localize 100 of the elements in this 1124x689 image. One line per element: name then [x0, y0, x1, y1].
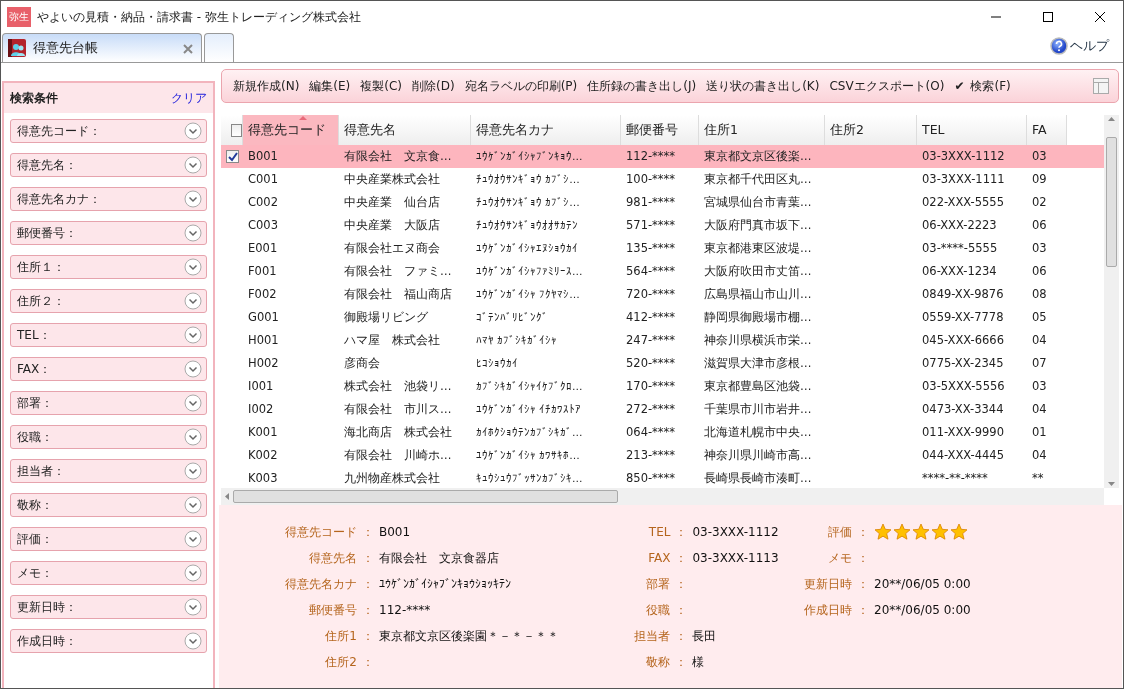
- scroll-thumb[interactable]: [1106, 136, 1117, 267]
- field-label: 得意先名: [308, 550, 357, 567]
- table-cell-text: 06: [1031, 216, 1048, 234]
- search-criterion-field[interactable]: 敬称：: [10, 493, 207, 517]
- table-row[interactable]: I001 株式会社 池袋リ… ｶﾌﾞｼｷｶﾞｲｼｬｲｹﾌﾞｸﾛ… 170-**** 東京都豊島区池袋… 03-5XXX-5556 03: [221, 375, 1104, 398]
- search-criterion-field[interactable]: 作成日時：: [10, 629, 207, 653]
- table-cell-text: 272-****: [625, 400, 677, 418]
- window-title: やよいの見積・納品・請求書 - 弥生トレーディング株式会社: [37, 9, 362, 26]
- table-row[interactable]: H001 ハマ屋 株式会社 ﾊﾏﾔ ｶﾌﾞｼｷｶﾞｲｼｬ 247-**** 神奈川県横浜市栄… 045-XXX-6666 04: [221, 329, 1104, 352]
- table-row[interactable]: E001 有限会社エヌ商会 ﾕｳｹﾞﾝｶﾞｲｼｬｴﾇｼｮｳｶｲ 135-**** 東京都港東区波堤… 03-****-5555 03: [221, 237, 1104, 260]
- table-cell-text: ﾕｳｹﾞﾝｶﾞｲｼｬ ｲﾁｶﾜｽﾄｱ: [475, 401, 583, 417]
- table-row[interactable]: C003 中央産業 大阪店 ﾁｭｳｵｳｻﾝｷﾞｮｳｵｵｻｶﾃﾝ 571-**** 大阪府門真市坂下… 06-XXX-2223 06: [221, 214, 1104, 237]
- search-criterion-field[interactable]: 担当者：: [10, 459, 207, 483]
- table-cell-text: C003: [247, 216, 279, 234]
- scroll-left-icon: [225, 493, 229, 500]
- field-value: 03-3XXX-1112: [692, 524, 780, 541]
- toolbar-button[interactable]: 宛名ラベルの印刷(P): [459, 77, 583, 95]
- table-cell-text: 株式会社 池袋リ…: [343, 377, 453, 395]
- search-criterion-field[interactable]: 郵便番号：: [10, 221, 207, 245]
- clear-link[interactable]: クリア: [171, 89, 207, 107]
- table-cell-text: 045-XXX-6666: [921, 331, 1005, 349]
- table-cell-text: 有限会社 ファミ…: [343, 262, 453, 280]
- table-cell-text: ﾕｳｹﾞﾝｶﾞｲｼｬﾌｧﾐﾘｰｽ…: [475, 263, 584, 279]
- search-criterion-field[interactable]: 住所１：: [10, 255, 207, 279]
- column-header[interactable]: 郵便番号: [621, 115, 699, 145]
- table-row[interactable]: G001 御殿場リビング ｺﾞﾃﾝﾊﾞﾘﾋﾞﾝｸﾞ 412-**** 静岡県御殿場市棚… 0559-XX-7778 05: [221, 306, 1104, 329]
- table-cell-text: ﾕｳｹﾞﾝｶﾞｲｼｬ ﾌｸﾔﾏｼ…: [475, 286, 581, 302]
- toolbar-button[interactable]: ✔ 検索(F): [949, 77, 1016, 95]
- table-row[interactable]: K002 有限会社 川崎ホ… ﾕｳｹﾞﾝｶﾞｲｼｬ ｶﾜｻｷﾎ… 213-**** 神奈川県川崎市高… 044-XXX-4445 04: [221, 444, 1104, 467]
- search-criterion-field[interactable]: 得意先名カナ：: [10, 187, 207, 211]
- toolbar-button[interactable]: CSVエクスポート(O): [824, 77, 950, 95]
- table-cell-text: 08: [1031, 285, 1048, 303]
- colon: ：: [674, 524, 689, 541]
- search-criterion-field[interactable]: 役職：: [10, 425, 207, 449]
- table-cell-text: ****-**-****: [921, 469, 989, 487]
- horizontal-scrollbar[interactable]: [221, 488, 1104, 505]
- table-row[interactable]: F001 有限会社 ファミ… ﾕｳｹﾞﾝｶﾞｲｼｬﾌｧﾐﾘｰｽ… 564-**** 大阪府吹田市丈笛… 06-XXX-1234 06: [221, 260, 1104, 283]
- table-cell-text: 850-****: [625, 469, 677, 487]
- column-header[interactable]: 得意先名カナ: [471, 115, 621, 145]
- toolbar-button[interactable]: 新規作成(N): [228, 77, 305, 95]
- table-row[interactable]: F002 有限会社 福山商店 ﾕｳｹﾞﾝｶﾞｲｼｬ ﾌｸﾔﾏｼ… 720-**** 広島県福山市山川… 0849-XX-9876 08: [221, 283, 1104, 306]
- table-cell-text: H001: [247, 331, 280, 349]
- table-cell-text: E001: [247, 239, 279, 257]
- toolbar-button[interactable]: 削除(D): [407, 77, 460, 95]
- toolbar-button[interactable]: 複製(C): [355, 77, 408, 95]
- search-criterion-field[interactable]: 住所２：: [10, 289, 207, 313]
- search-criterion-field[interactable]: TEL：: [10, 323, 207, 347]
- row-checkbox[interactable]: [226, 150, 239, 163]
- table-row[interactable]: K003 九州物産株式会社 ｷｭｳｼｭｳﾌﾞｯｻﾝｶﾌﾞｼｷ… 850-**** 長崎県長崎市湊町… ****-**-**** **: [221, 467, 1104, 488]
- table-cell-text: 中央産業 仙台店: [343, 193, 441, 211]
- toolbar-button[interactable]: 住所録の書き出し(J): [582, 77, 702, 95]
- scroll-down-icon: [1108, 482, 1115, 486]
- colon: ：: [361, 524, 375, 541]
- table-cell-text: B001: [247, 147, 279, 165]
- table-cell-text: 東京都港東区波堤…: [703, 239, 813, 257]
- column-header[interactable]: FA: [1027, 115, 1067, 145]
- new-tab-button[interactable]: [204, 33, 234, 62]
- table-cell-text: 07: [1031, 354, 1048, 372]
- field-label: 郵便番号: [308, 602, 357, 619]
- table-cell-text: 01: [1031, 423, 1048, 441]
- document-tab[interactable]: 得意先台帳: [2, 33, 202, 62]
- close-icon: [1095, 12, 1105, 22]
- search-criterion-field[interactable]: FAX：: [10, 357, 207, 381]
- search-criterion-field[interactable]: メモ：: [10, 561, 207, 585]
- table-row[interactable]: K001 海北商店 株式会社 ｶｲﾎｸｼｮｳﾃﾝｶﾌﾞｼｷｶﾞ… 064-**** 北海道札幌市中央… 011-XXX-9990 01: [221, 421, 1104, 444]
- search-criterion-field[interactable]: 部署：: [10, 391, 207, 415]
- column-header[interactable]: 得意先コード: [243, 115, 339, 145]
- table-row[interactable]: I002 有限会社 市川ス… ﾕｳｹﾞﾝｶﾞｲｼｬ ｲﾁｶﾜｽﾄｱ 272-**** 千葉県市川市岩井… 0473-XX-3344 04: [221, 398, 1104, 421]
- column-header[interactable]: 住所1: [699, 115, 825, 145]
- chevron-down-icon: [184, 632, 202, 650]
- table-cell-text: 宮城県仙台市青葉…: [703, 193, 813, 211]
- table-cell-text: F002: [247, 285, 278, 303]
- field-value: 東京都文京区後楽園＊－＊－＊＊: [379, 628, 560, 645]
- select-all-checkbox[interactable]: [231, 123, 242, 137]
- toolbar-button[interactable]: 編集(E): [304, 77, 356, 95]
- column-header[interactable]: TEL: [917, 115, 1027, 145]
- field-value: 長田: [692, 628, 718, 645]
- table-cell-text: 564-****: [625, 262, 677, 280]
- table-cell-text: 06-XXX-2223: [921, 216, 998, 234]
- chevron-down-icon: [184, 360, 202, 378]
- table-cell-text: 東京都豊島区池袋…: [703, 377, 813, 395]
- vertical-scrollbar[interactable]: [1104, 115, 1119, 488]
- table-row[interactable]: B001 有限会社 文京食… ﾕｳｹﾞﾝｶﾞｲｼｬﾌﾞﾝｷｮｳ… 112-**** 東京都文京区後楽… 03-3XXX-1112 03: [221, 145, 1104, 168]
- star-icon: [931, 523, 949, 541]
- column-header[interactable]: 得意先名: [339, 115, 471, 145]
- column-header[interactable]: 住所2: [825, 115, 917, 145]
- search-criterion-field[interactable]: 評価：: [10, 527, 207, 551]
- search-criterion-field[interactable]: 得意先コード：: [10, 119, 207, 143]
- field-value: 03-3XXX-1113: [692, 550, 780, 567]
- table-row[interactable]: C002 中央産業 仙台店 ﾁｭｳｵｳｻﾝｷﾞｮｳ ｶﾌﾞｼ… 981-**** 宮城県仙台市青葉… 022-XXX-5555 02: [221, 191, 1104, 214]
- search-criterion-field[interactable]: 更新日時：: [10, 595, 207, 619]
- toolbar-button[interactable]: 送り状の書き出し(K): [701, 77, 825, 95]
- table-cell-text: ｶｲﾎｸｼｮｳﾃﾝｶﾌﾞｼｷｶﾞ…: [475, 424, 584, 440]
- table-cell-text: 静岡県御殿場市棚…: [703, 308, 813, 326]
- scroll-thumb[interactable]: [233, 490, 618, 503]
- table-row[interactable]: C001 中央産業株式会社 ﾁｭｳｵｳｻﾝｷﾞｮｳ ｶﾌﾞｼ… 100-**** 東京都千代田区丸… 03-3XXX-1111 09: [221, 168, 1104, 191]
- help-button[interactable]: ヘルプ: [1050, 36, 1109, 56]
- table-row[interactable]: H002 彦商会 ﾋｺｼｮｳｶｲ 520-**** 滋賀県大津市彦根… 0775-XX-2345 07: [221, 352, 1104, 375]
- search-criterion-field[interactable]: 得意先名：: [10, 153, 207, 177]
- criterion-label: 住所２：: [17, 293, 65, 310]
